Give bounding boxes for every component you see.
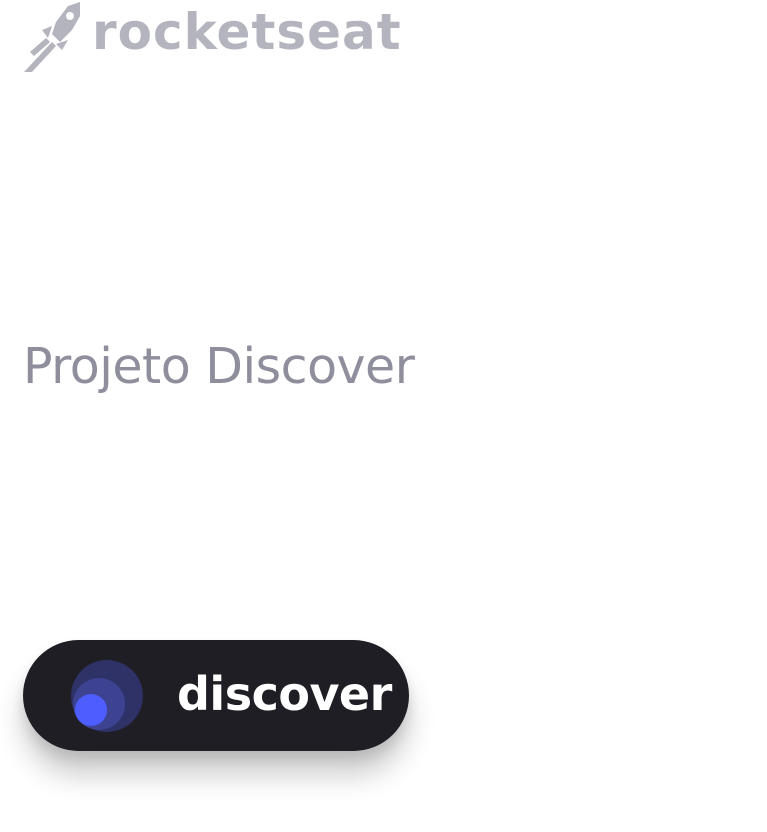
page-title: Projeto Discover [23,338,415,395]
rocket-icon [24,2,80,72]
discover-badge: discover [23,640,409,751]
discover-label: discover [177,667,392,721]
logo-wordmark: rocketseat [92,3,402,61]
rocketseat-logo: rocketseat [22,0,402,74]
discover-logo-icon [71,660,143,732]
